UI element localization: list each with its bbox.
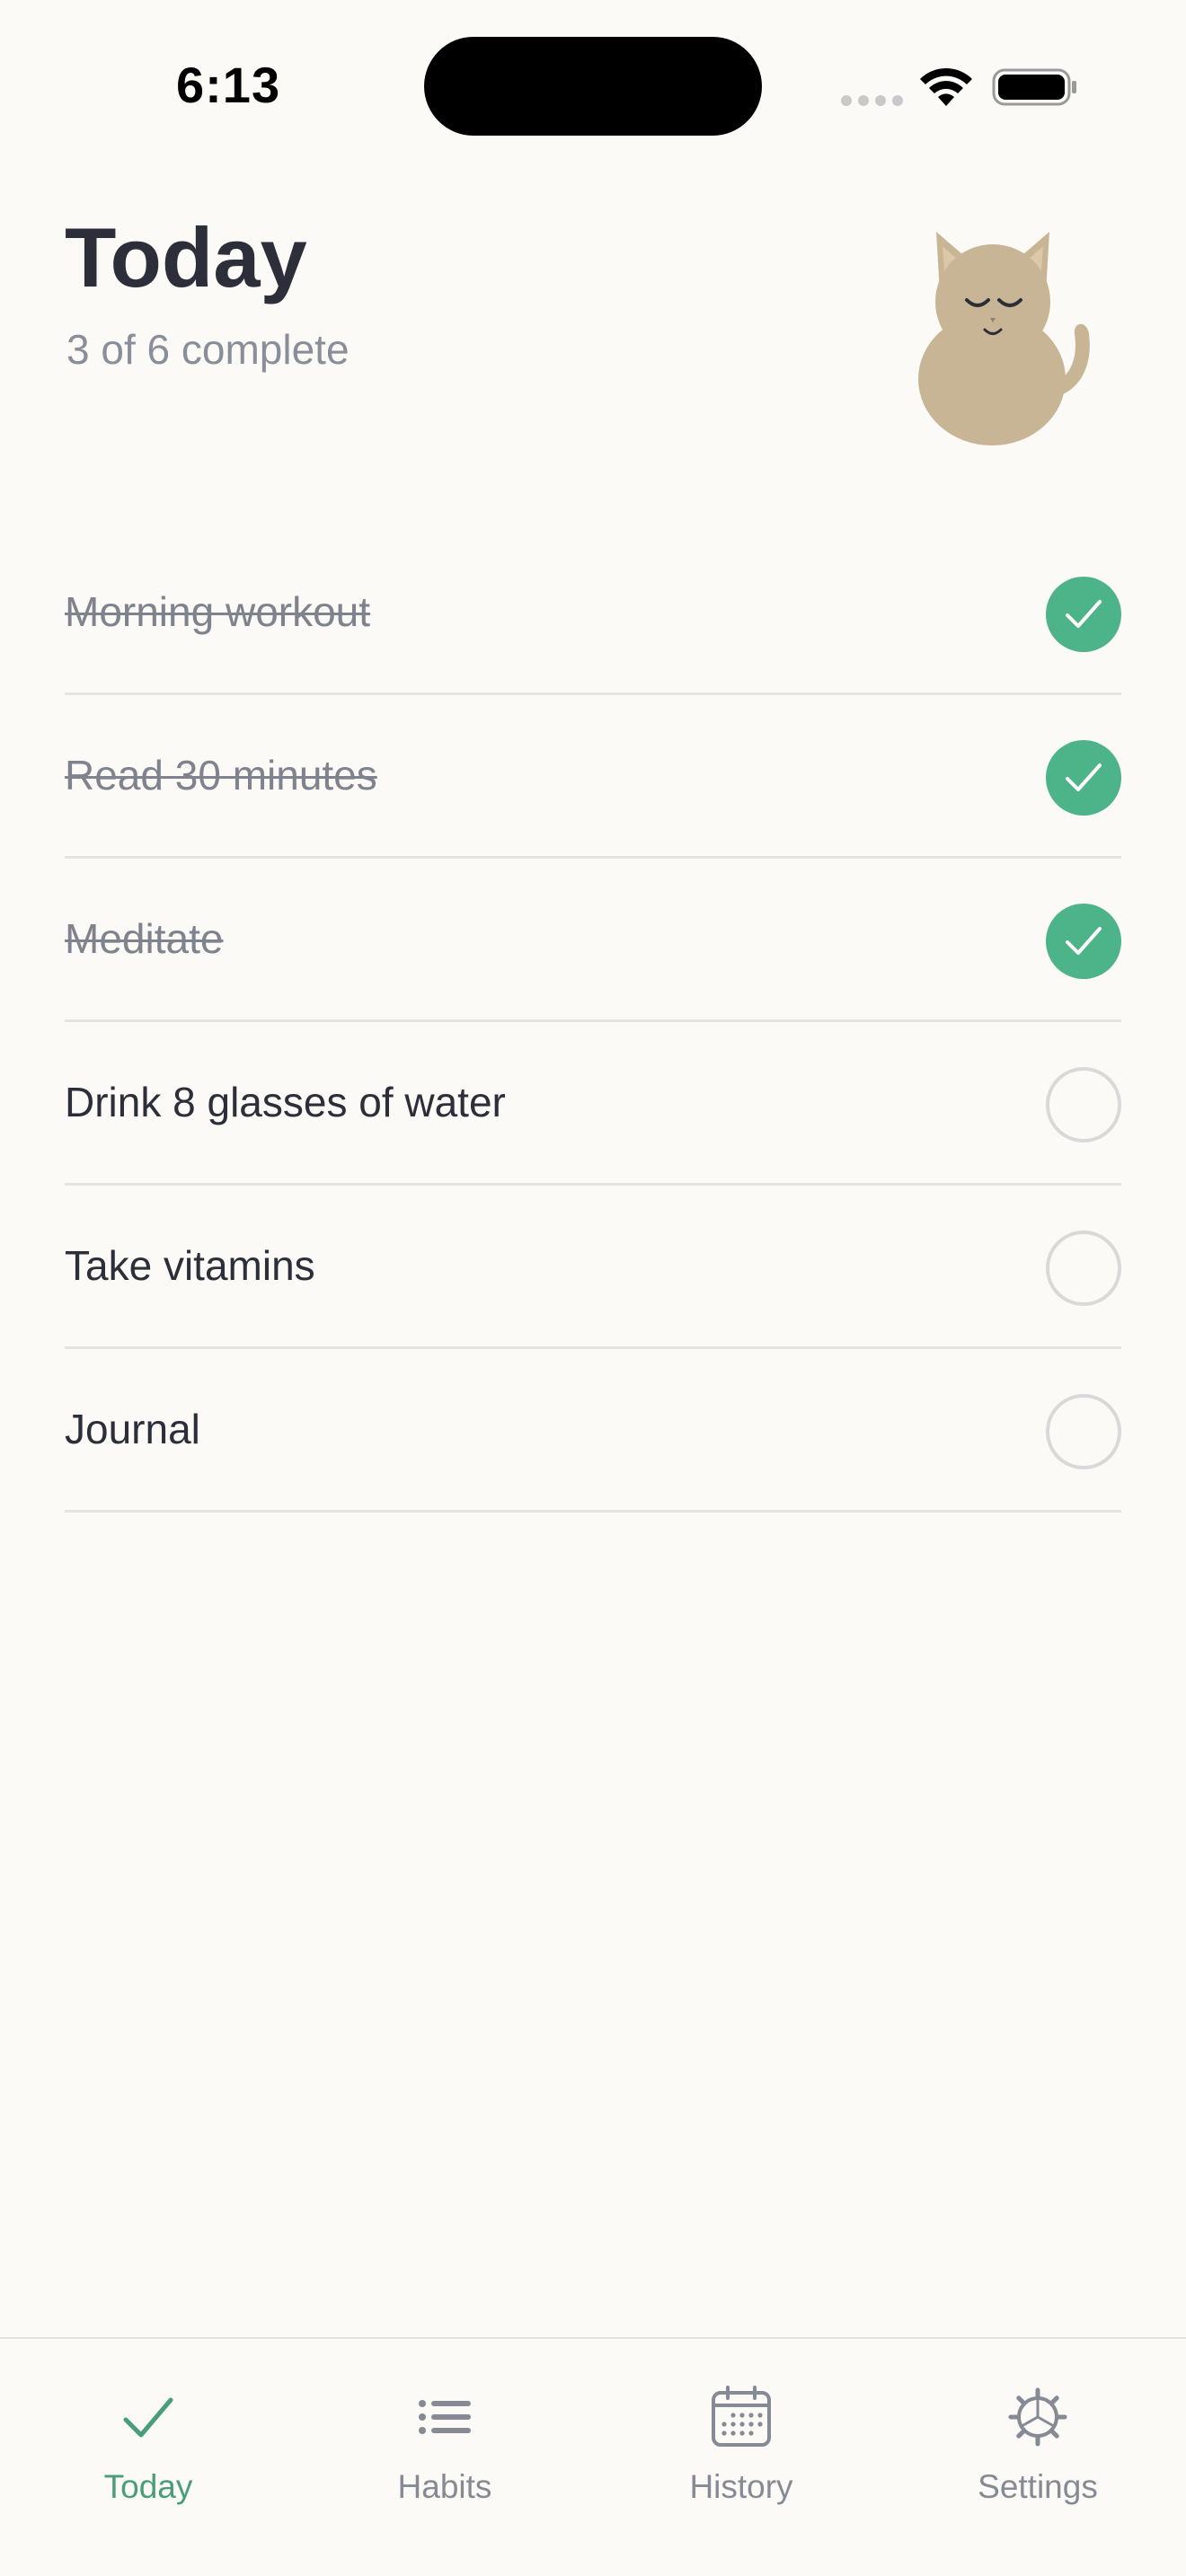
checkmark-icon [1066, 927, 1102, 955]
status-time: 6:13 [176, 57, 281, 113]
today-screen: 6:13 Today 3 of 6 complete Morning worko… [0, 0, 1186, 2576]
habit-row[interactable]: Morning workout [65, 532, 1121, 695]
battery-icon [992, 68, 1076, 106]
wifi-icon [920, 67, 972, 106]
checkmark-icon [1066, 763, 1102, 791]
habit-label: Read 30 minutes [65, 752, 377, 798]
habit-row[interactable]: Drink 8 glasses of water [65, 1022, 1121, 1186]
habit-list: Morning workout Read 30 minutes Meditate [65, 532, 1121, 1513]
completed-checkbox[interactable] [1046, 577, 1121, 652]
tab-label: History [689, 2468, 793, 2505]
tab-label: Settings [978, 2468, 1098, 2505]
list-icon [419, 2400, 471, 2434]
page-title: Today [65, 210, 307, 304]
cellular-signal-icon [841, 95, 903, 106]
tab-label: Habits [397, 2468, 492, 2505]
sleeping-cat-mascot [918, 232, 1090, 446]
dynamic-island [424, 37, 762, 136]
checkmark-icon [1066, 600, 1102, 628]
habit-label: Take vitamins [65, 1242, 315, 1289]
tab-settings[interactable]: Settings [890, 2339, 1186, 2519]
empty-checkbox[interactable] [1046, 1067, 1121, 1142]
habit-row[interactable]: Journal [65, 1349, 1121, 1513]
progress-summary: 3 of 6 complete [66, 326, 350, 373]
habit-label: Meditate [65, 915, 224, 962]
gear-icon [1008, 2387, 1067, 2447]
tab-today[interactable]: Today [0, 2339, 296, 2519]
checkmark-icon [123, 2397, 173, 2438]
tab-history[interactable]: History [593, 2339, 890, 2519]
habit-label: Journal [65, 1406, 200, 1452]
calendar-icon [712, 2386, 771, 2447]
empty-checkbox[interactable] [1046, 1231, 1121, 1306]
tab-label: Today [103, 2468, 193, 2505]
completed-checkbox[interactable] [1046, 740, 1121, 816]
tab-habits[interactable]: Habits [296, 2339, 593, 2519]
habit-row[interactable]: Take vitamins [65, 1186, 1121, 1349]
completed-checkbox[interactable] [1046, 904, 1121, 979]
status-bar: 6:13 [0, 0, 1186, 171]
empty-checkbox[interactable] [1046, 1394, 1121, 1469]
habit-row[interactable]: Read 30 minutes [65, 695, 1121, 859]
habit-label: Morning workout [65, 588, 371, 635]
habit-label: Drink 8 glasses of water [65, 1079, 506, 1125]
habit-row[interactable]: Meditate [65, 859, 1121, 1022]
tab-bar: Today Habits History Settings [0, 2337, 1186, 2576]
